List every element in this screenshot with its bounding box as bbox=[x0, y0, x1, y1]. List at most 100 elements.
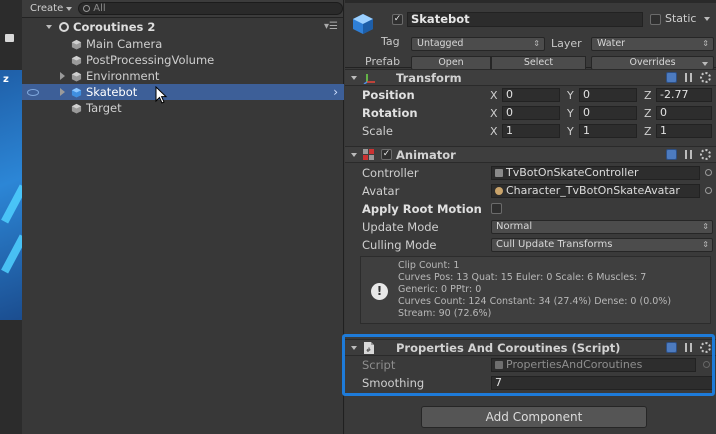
search-icon bbox=[83, 5, 91, 12]
fold-open-icon[interactable] bbox=[351, 76, 357, 80]
scene-name: Coroutines 2 bbox=[73, 20, 156, 34]
transform-header[interactable]: Transform bbox=[345, 69, 716, 86]
component-title: Transform bbox=[396, 71, 462, 85]
active-checkbox[interactable]: ✓ bbox=[392, 14, 403, 25]
prefab-cube-icon bbox=[353, 14, 373, 34]
prefab-select-button[interactable]: Select bbox=[491, 56, 586, 70]
layer-label: Layer bbox=[551, 37, 582, 50]
animator-icon bbox=[363, 149, 374, 160]
animator-enabled-checkbox[interactable]: ✓ bbox=[381, 149, 392, 160]
axis-x-label[interactable]: X bbox=[490, 89, 498, 102]
avatar-person-icon bbox=[495, 187, 503, 195]
object-picker-icon[interactable] bbox=[705, 187, 712, 194]
culling-mode-dropdown[interactable]: Cull Update Transforms ⇕ bbox=[491, 238, 713, 252]
hierarchy-item-postprocessingvolume[interactable]: PostProcessingVolume bbox=[22, 52, 344, 68]
scene-root-row[interactable]: Coroutines 2 ▾☰ bbox=[22, 19, 344, 35]
controller-field[interactable]: TvBotOnSkateController bbox=[491, 166, 700, 180]
fold-open-icon[interactable] bbox=[46, 25, 52, 29]
axis-y-label[interactable]: Y bbox=[567, 89, 574, 102]
avatar-field[interactable]: Character_TvBotOnSkateAvatar bbox=[491, 184, 700, 198]
unity-scene-icon bbox=[59, 22, 69, 32]
updown-arrows-icon: ⇕ bbox=[702, 222, 709, 231]
hierarchy-search-input[interactable]: All bbox=[78, 2, 343, 15]
avatar-value: Character_TvBotOnSkateAvatar bbox=[506, 184, 680, 197]
prefab-open-button[interactable]: Open bbox=[411, 56, 491, 70]
visibility-eye-icon[interactable] bbox=[27, 88, 39, 96]
axis-x-label[interactable]: X bbox=[490, 125, 498, 138]
add-component-button[interactable]: Add Component bbox=[421, 406, 647, 428]
culling-mode-label: Culling Mode bbox=[362, 238, 437, 252]
search-placeholder: All bbox=[93, 3, 106, 14]
rotation-z-field[interactable]: 0 bbox=[656, 106, 712, 120]
object-picker-icon[interactable] bbox=[705, 169, 712, 176]
create-label: Create bbox=[30, 3, 64, 14]
lock-icon[interactable] bbox=[5, 34, 14, 42]
animator-info-box: ! Clip Count: 1 Curves Pos: 13 Quat: 15 … bbox=[360, 256, 711, 324]
scene-view-sliver: z bbox=[0, 0, 22, 434]
rotation-y-field[interactable]: 0 bbox=[579, 106, 637, 120]
update-mode-dropdown[interactable]: Normal ⇕ bbox=[491, 220, 713, 234]
position-x-field[interactable]: 0 bbox=[502, 88, 560, 102]
update-mode-label: Update Mode bbox=[362, 220, 439, 234]
fold-open-icon[interactable] bbox=[351, 153, 357, 157]
help-book-icon[interactable] bbox=[666, 72, 677, 83]
hierarchy-item-skatebot[interactable]: Skatebot › bbox=[22, 84, 344, 100]
panel-top-edge bbox=[345, 0, 716, 3]
controller-row: Controller TvBotOnSkateController bbox=[345, 164, 716, 182]
scale-y-field[interactable]: 1 bbox=[579, 124, 637, 138]
axis-y-label[interactable]: Y bbox=[567, 125, 574, 138]
axis-z-label[interactable]: Z bbox=[644, 107, 652, 120]
scale-x-field[interactable]: 1 bbox=[502, 124, 560, 138]
rotation-x-field[interactable]: 0 bbox=[502, 106, 560, 120]
axis-z-label[interactable]: Z bbox=[644, 89, 652, 102]
info-line: Curves Pos: 13 Quat: 15 Euler: 0 Scale: … bbox=[398, 272, 647, 283]
info-line: Curves Count: 124 Constant: 34 (27.4%) D… bbox=[398, 296, 672, 307]
controller-label: Controller bbox=[362, 166, 419, 180]
position-label: Position bbox=[362, 88, 415, 102]
axis-y-label[interactable]: Y bbox=[567, 107, 574, 120]
axis-x-label[interactable]: X bbox=[490, 107, 498, 120]
hierarchy-panel: Create All Coroutines 2 ▾☰ Main Camera P… bbox=[22, 0, 344, 434]
prefab-cube-icon bbox=[71, 87, 82, 98]
gear-icon[interactable] bbox=[700, 149, 711, 160]
info-line: Stream: 90 (72.6%) bbox=[398, 308, 492, 319]
tag-value: Untagged bbox=[417, 38, 464, 49]
apply-root-motion-checkbox[interactable] bbox=[491, 203, 502, 214]
update-mode-value: Normal bbox=[496, 221, 533, 232]
presets-sliders-icon[interactable] bbox=[683, 149, 694, 160]
tag-dropdown[interactable]: Untagged ⇕ bbox=[411, 37, 545, 51]
controller-value: TvBotOnSkateController bbox=[506, 166, 639, 179]
component-header-icons bbox=[666, 72, 711, 83]
scene-menu-icon[interactable]: ▾☰ bbox=[324, 21, 338, 32]
hierarchy-item-target[interactable]: Target bbox=[22, 100, 344, 116]
hierarchy-item-label: PostProcessingVolume bbox=[86, 53, 215, 67]
hierarchy-item-environment[interactable]: Environment bbox=[22, 68, 344, 84]
static-checkbox[interactable] bbox=[650, 14, 661, 25]
hierarchy-item-main-camera[interactable]: Main Camera bbox=[22, 36, 344, 52]
prefab-overrides-dropdown[interactable]: Overrides bbox=[591, 56, 714, 70]
mouse-cursor-icon bbox=[155, 86, 168, 104]
info-line: Generic: 0 PPtr: 0 bbox=[398, 284, 482, 295]
info-line: Clip Count: 1 bbox=[398, 260, 460, 271]
fold-closed-icon[interactable] bbox=[60, 88, 65, 96]
fold-closed-icon[interactable] bbox=[60, 72, 65, 80]
updown-arrows-icon: ⇕ bbox=[702, 240, 709, 249]
transform-axes-icon bbox=[363, 74, 375, 84]
position-row: Position X 0 Y 0 Z -2.77 bbox=[345, 86, 716, 104]
layer-dropdown[interactable]: Water ⇕ bbox=[591, 37, 714, 51]
static-dropdown-icon[interactable] bbox=[704, 17, 710, 21]
position-y-field[interactable]: 0 bbox=[579, 88, 637, 102]
info-exclamation-icon: ! bbox=[371, 283, 388, 300]
hierarchy-item-label: Environment bbox=[86, 69, 160, 83]
object-name-field[interactable]: Skatebot bbox=[407, 12, 643, 27]
animator-header[interactable]: ✓ Animator bbox=[345, 146, 716, 163]
position-z-field[interactable]: -2.77 bbox=[656, 88, 712, 102]
chevron-right-icon[interactable]: › bbox=[333, 85, 338, 99]
presets-sliders-icon[interactable] bbox=[683, 72, 694, 83]
gear-icon[interactable] bbox=[700, 72, 711, 83]
help-book-icon[interactable] bbox=[666, 149, 677, 160]
create-button[interactable]: Create bbox=[30, 3, 73, 14]
axis-z-label[interactable]: Z bbox=[644, 125, 652, 138]
scale-z-field[interactable]: 1 bbox=[656, 124, 712, 138]
gameobject-cube-icon bbox=[71, 39, 82, 50]
